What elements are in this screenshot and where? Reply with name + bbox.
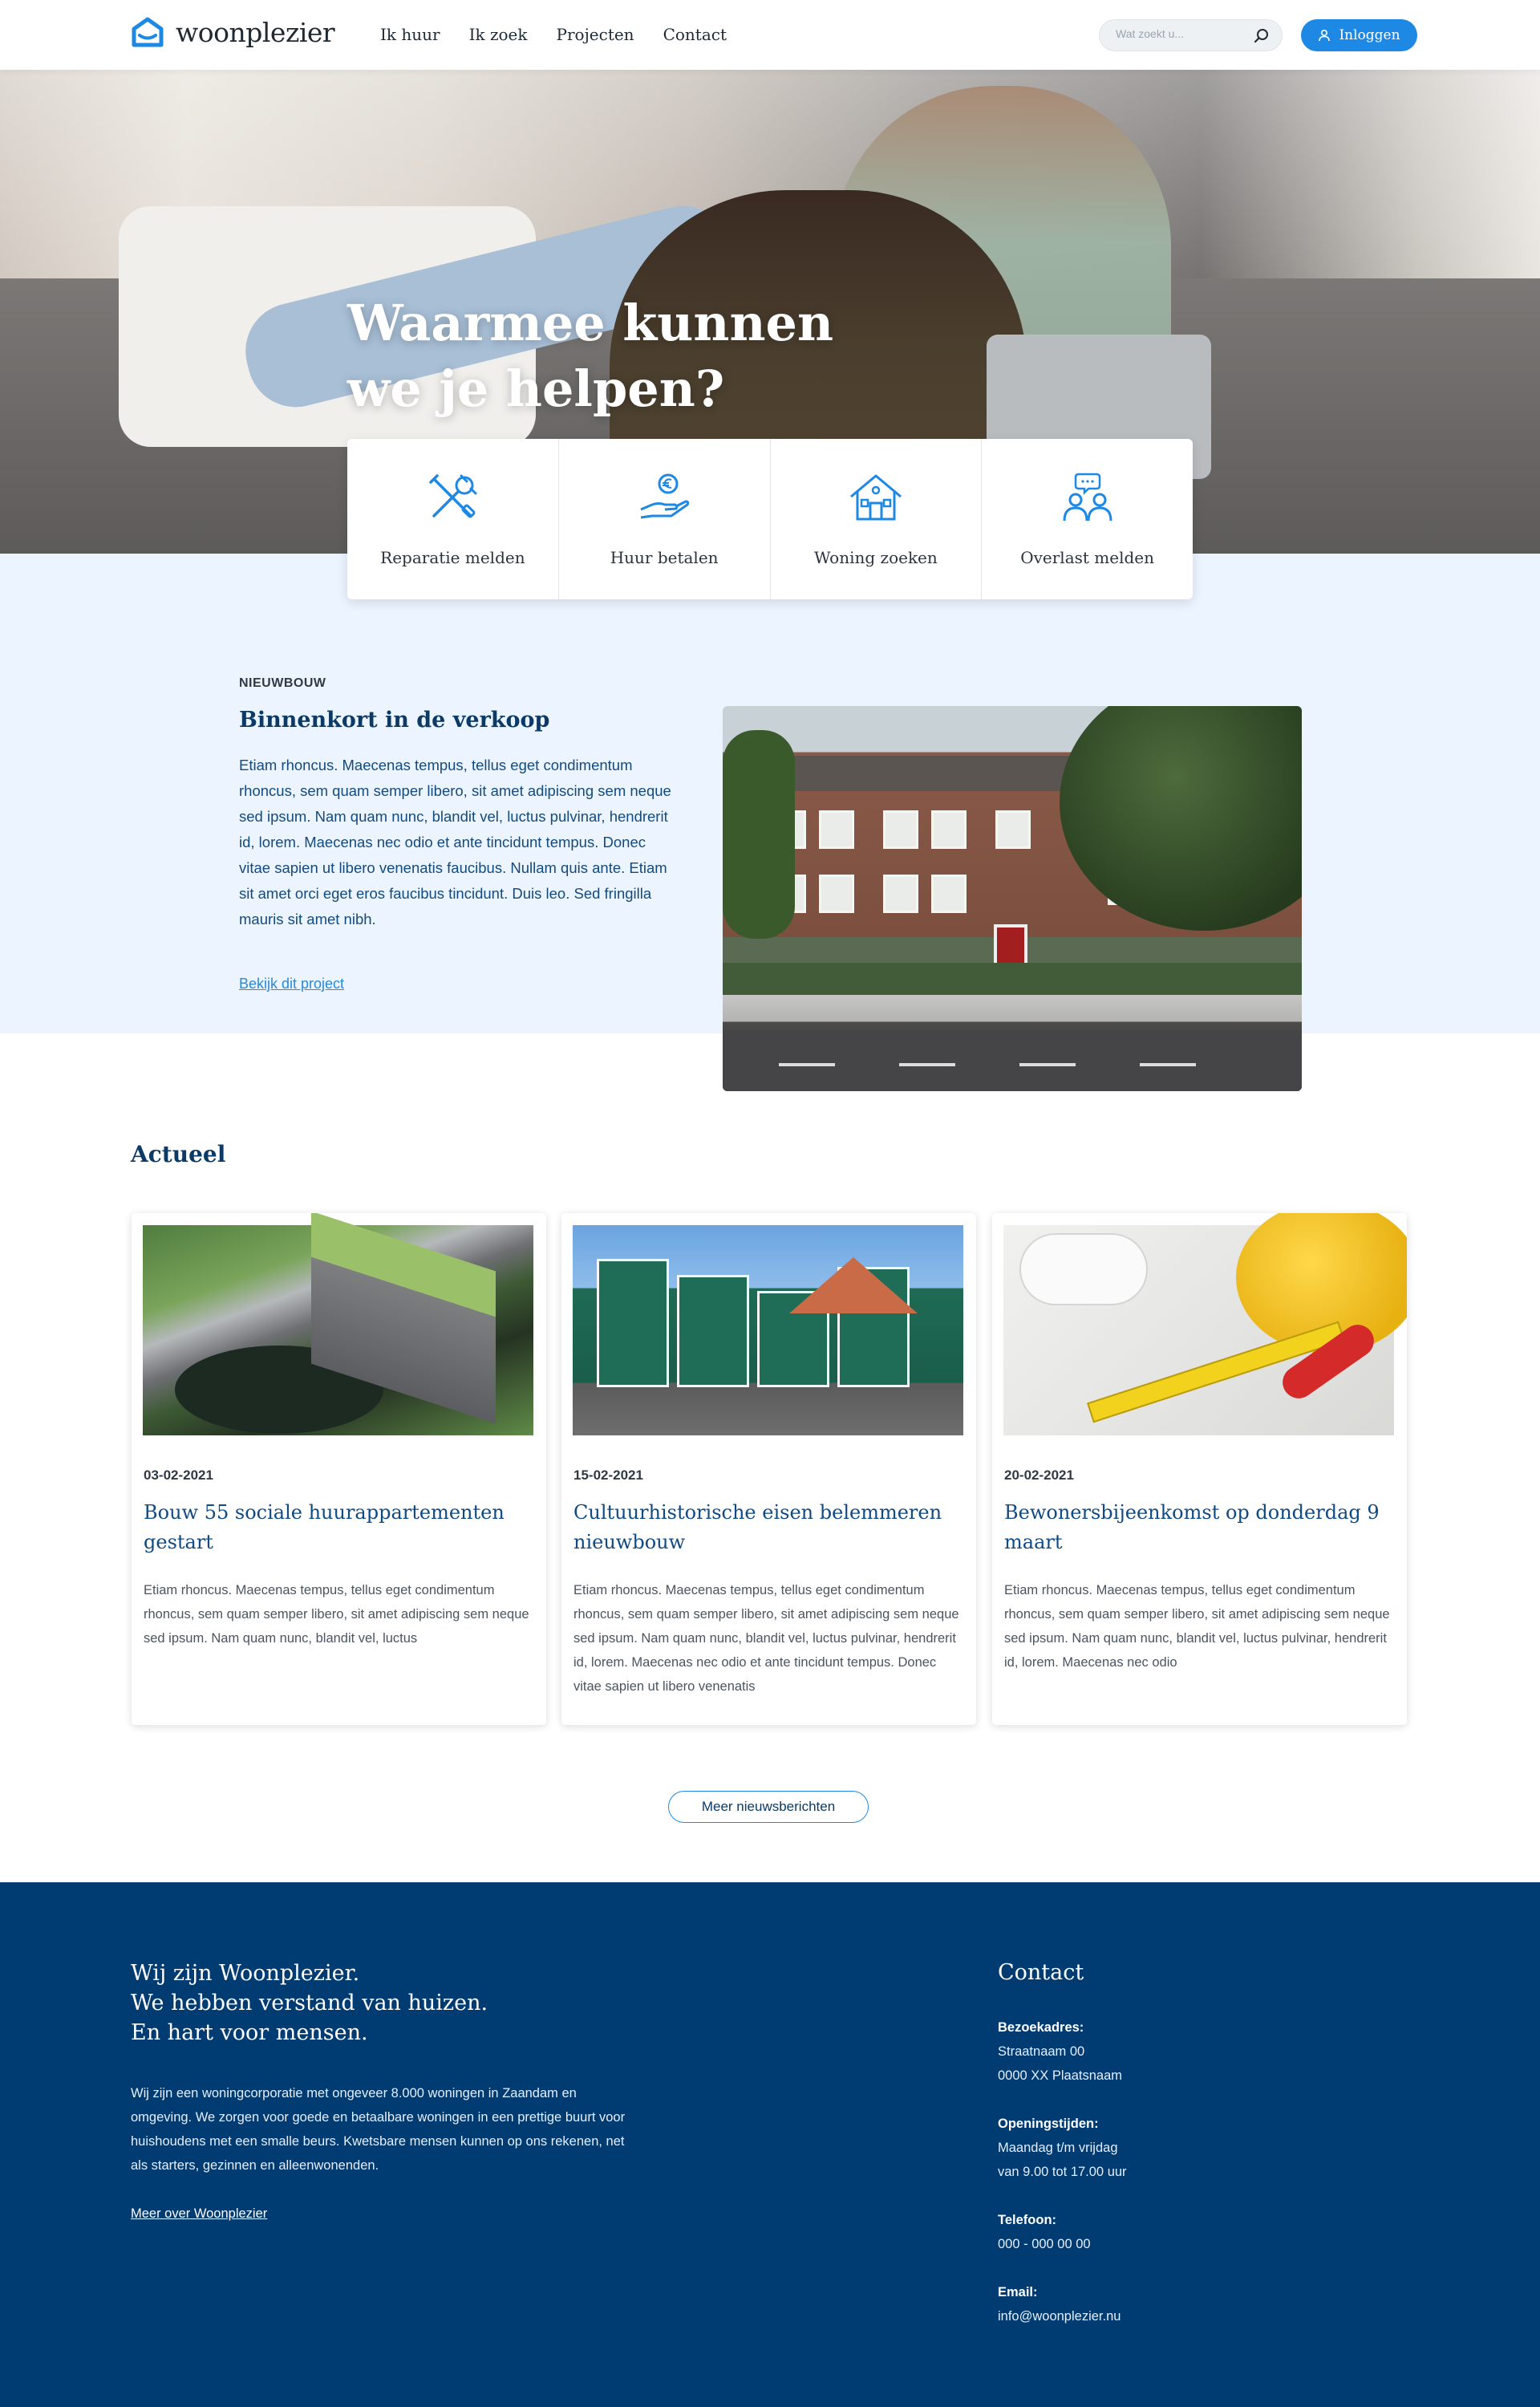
site-footer: Wij zijn Woonplezier. We hebben verstand…: [0, 1882, 1540, 2407]
service-label: Reparatie melden: [380, 548, 525, 567]
service-reparatie-melden[interactable]: Reparatie melden: [347, 439, 559, 599]
euro-hand-icon: [640, 473, 690, 519]
news-title[interactable]: Bewonersbijeenkomst op donderdag 9 maart: [1004, 1498, 1389, 1557]
news-card[interactable]: 15-02-2021 Cultuurhistorische eisen bele…: [561, 1213, 976, 1725]
service-label: Huur betalen: [610, 548, 719, 567]
house-icon: [849, 474, 902, 521]
road: [723, 1030, 1302, 1091]
visit-label: Bezoekadres:: [998, 2020, 1084, 2035]
tools-icon: [429, 474, 477, 518]
hero-title-line2: we je helpen?: [347, 359, 725, 418]
green-house: [597, 1259, 669, 1387]
building-window: [883, 810, 918, 849]
tree: [1060, 706, 1302, 931]
building-window: [819, 875, 854, 913]
building-window: [819, 810, 854, 849]
footer-text: Wij zijn een woningcorporatie met ongeve…: [131, 2086, 626, 2173]
footer-heading-line1: Wij zijn Woonplezier.: [131, 1961, 360, 1986]
nav-item-ik-zoek[interactable]: Ik zoek: [469, 25, 528, 44]
service-cards: Reparatie melden Huur betalen Woning zoe…: [347, 439, 1193, 599]
road-marking: [1140, 1063, 1196, 1066]
hours-line2: van 9.00 tot 17.00 uur: [998, 2165, 1127, 2179]
nieuwbouw-eyebrow: NIEUWBOUW: [239, 676, 326, 690]
footer-heading-line3: En hart voor mensen.: [131, 2020, 368, 2045]
site-header: woonplezier Ik huur Ik zoek Projecten Co…: [0, 0, 1540, 70]
hero-title: Waarmee kunnen we je helpen?: [347, 290, 833, 422]
user-icon: [1319, 29, 1331, 42]
visit-address: Bezoekadres: Straatnaam 00 0000 XX Plaat…: [998, 2015, 1122, 2088]
road-marking: [899, 1063, 955, 1066]
nieuwbouw-image: [723, 706, 1302, 1091]
news-body: Etiam rhoncus. Maecenas tempus, tellus e…: [1004, 1583, 1390, 1670]
nieuwbouw-text: Etiam rhoncus. Maecenas tempus, tellus e…: [239, 757, 671, 927]
news-title[interactable]: Cultuurhistorische eisen belemmeren nieu…: [573, 1498, 958, 1557]
search-input[interactable]: [1116, 27, 1244, 40]
logo[interactable]: woonplezier: [131, 16, 335, 48]
about-link[interactable]: Meer over Woonplezier: [131, 2206, 267, 2222]
news-card[interactable]: 20-02-2021 Bewonersbijeenkomst op donder…: [992, 1213, 1407, 1725]
road-marking: [779, 1063, 835, 1066]
news-card[interactable]: 03-02-2021 Bouw 55 sociale huurapparteme…: [132, 1213, 546, 1725]
news-body: Etiam rhoncus. Maecenas tempus, tellus e…: [573, 1583, 959, 1694]
blueprint-roll: [1019, 1233, 1148, 1305]
service-label: Overlast melden: [1020, 548, 1155, 567]
opening-hours: Openingstijden: Maandag t/m vrijdag van …: [998, 2112, 1127, 2184]
project-link[interactable]: Bekijk dit project: [239, 976, 344, 992]
news-title[interactable]: Bouw 55 sociale huurappartementen gestar…: [144, 1498, 529, 1557]
main-nav: Ik huur Ik zoek Projecten Contact: [380, 25, 727, 44]
news-body: Etiam rhoncus. Maecenas tempus, tellus e…: [144, 1583, 529, 1646]
tree: [723, 730, 795, 939]
visit-line1: Straatnaam 00: [998, 2044, 1085, 2059]
service-woning-zoeken[interactable]: Woning zoeken: [771, 439, 983, 599]
nieuwbouw-title: Binnenkort in de verkoop: [239, 708, 550, 733]
footer-heading-line2: We hebben verstand van huizen.: [131, 1991, 488, 2015]
footer-heading: Wij zijn Woonplezier. We hebben verstand…: [131, 1958, 488, 2048]
service-label: Woning zoeken: [813, 548, 938, 567]
phone-block: Telefoon: 000 - 000 00 00: [998, 2208, 1091, 2256]
news-date: 03-02-2021: [144, 1467, 213, 1483]
news-image: [143, 1213, 533, 1435]
visit-line2: 0000 XX Plaatsnaam: [998, 2068, 1123, 2083]
building-window: [995, 810, 1031, 849]
phone-label: Telefoon:: [998, 2213, 1057, 2227]
news-image: [1003, 1213, 1407, 1435]
search-box: [1099, 19, 1283, 51]
hours-label: Openingstijden:: [998, 2117, 1099, 2131]
email-block: Email: info@woonplezier.nu: [998, 2280, 1121, 2328]
news-image: [573, 1225, 963, 1435]
building-window: [931, 875, 967, 913]
actueel-title: Actueel: [131, 1141, 226, 1167]
phone-number[interactable]: 000 - 000 00 00: [998, 2232, 1091, 2256]
house-logo-icon: [132, 17, 164, 47]
green-house: [677, 1275, 749, 1387]
login-label: Inloggen: [1339, 27, 1400, 43]
nav-item-contact[interactable]: Contact: [663, 25, 727, 44]
email-label: Email:: [998, 2285, 1038, 2299]
hero-title-line1: Waarmee kunnen: [347, 294, 834, 352]
service-huur-betalen[interactable]: Huur betalen: [559, 439, 771, 599]
nav-item-ik-huur[interactable]: Ik huur: [380, 25, 440, 44]
news-date: 20-02-2021: [1004, 1467, 1074, 1483]
search-icon[interactable]: [1253, 27, 1270, 45]
login-button[interactable]: Inloggen: [1301, 19, 1417, 51]
logo-text: woonplezier: [176, 16, 335, 48]
email-address[interactable]: info@woonplezier.nu: [998, 2304, 1121, 2328]
hours-line1: Maandag t/m vrijdag: [998, 2141, 1118, 2155]
contact-title: Contact: [998, 1960, 1084, 1985]
service-overlast-melden[interactable]: Overlast melden: [982, 439, 1193, 599]
building-window: [931, 810, 967, 849]
people-chat-icon: [1063, 473, 1112, 522]
more-news-button[interactable]: Meer nieuwsberichten: [668, 1791, 869, 1823]
nav-item-projecten[interactable]: Projecten: [557, 25, 634, 44]
building-window: [883, 875, 918, 913]
hedge: [723, 963, 1302, 995]
road-marking: [1019, 1063, 1076, 1066]
news-date: 15-02-2021: [573, 1467, 643, 1483]
